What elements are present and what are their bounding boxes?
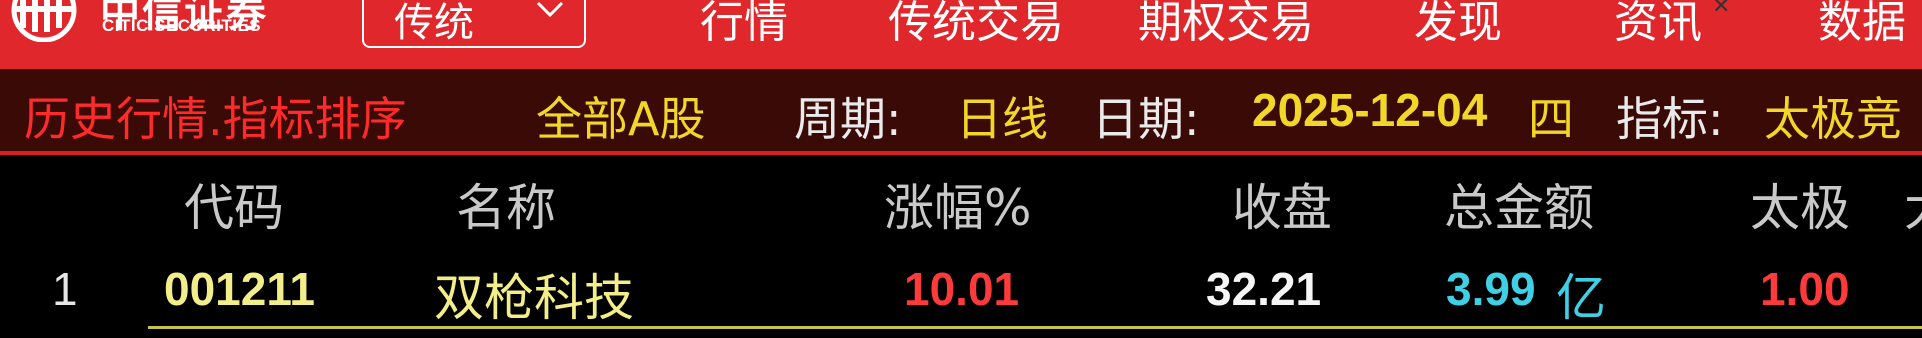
column-header-change-pct[interactable]: 涨幅% bbox=[884, 168, 1032, 240]
column-header-taiji[interactable]: 太极 bbox=[1750, 168, 1850, 240]
column-header-total-amount[interactable]: 总金额 bbox=[1444, 168, 1594, 240]
close-icon[interactable]: ✕ bbox=[1712, 0, 1730, 19]
nav-tab-options-trading[interactable]: 期权交易 bbox=[1138, 0, 1314, 50]
taiji-value: 1.00 bbox=[1760, 263, 1850, 315]
nav-tab-data[interactable]: 数据 bbox=[1818, 0, 1906, 50]
column-header-name[interactable]: 名称 bbox=[456, 168, 556, 240]
citic-emblem-icon bbox=[11, 0, 77, 42]
nav-tab-discover[interactable]: 发现 bbox=[1414, 0, 1502, 50]
ranking-header-bar: 历史行情.指标排序 全部A股 周期: 日线 日期: 2025-12-04 四 指… bbox=[0, 69, 1922, 151]
mode-dropdown-label: 传统 bbox=[394, 0, 474, 46]
market-scope[interactable]: 全部A股 bbox=[536, 83, 705, 149]
row-index: 1 bbox=[52, 263, 78, 315]
nav-tab-traditional-trading[interactable]: 传统交易 bbox=[888, 0, 1064, 50]
header-bottom-divider bbox=[0, 151, 1922, 155]
chevron-down-icon bbox=[536, 1, 564, 18]
weekday: 四 bbox=[1528, 92, 1574, 146]
column-header-partial[interactable]: 大 bbox=[1904, 168, 1922, 240]
indicator-value[interactable]: 太极竞 bbox=[1764, 83, 1902, 149]
column-header-close[interactable]: 收盘 bbox=[1232, 168, 1332, 240]
period-label: 周期: bbox=[794, 92, 902, 146]
column-header-code[interactable]: 代码 bbox=[184, 168, 284, 240]
mode-dropdown[interactable]: 传统 bbox=[362, 0, 586, 48]
total-amount: 3.99 bbox=[1446, 263, 1536, 315]
stock-name[interactable]: 双枪科技 bbox=[434, 258, 634, 330]
selected-row-underline bbox=[148, 326, 1922, 329]
period-value[interactable]: 日线 bbox=[956, 83, 1048, 149]
citic-logo[interactable]: 中信证券 CITIC SECURITIES bbox=[0, 0, 330, 48]
page-title: 历史行情.指标排序 bbox=[24, 92, 407, 146]
date-value[interactable]: 2025-12-04 bbox=[1252, 83, 1487, 137]
date-label: 日期: bbox=[1092, 92, 1200, 146]
total-amount-unit: 亿 bbox=[1556, 269, 1606, 327]
indicator-label: 指标: bbox=[1616, 92, 1724, 146]
close-price: 32.21 bbox=[1206, 263, 1322, 315]
nav-tab-news[interactable]: 资讯 bbox=[1614, 0, 1702, 50]
stock-code[interactable]: 001211 bbox=[164, 262, 315, 316]
change-percent: 10.01 bbox=[904, 263, 1020, 315]
logo-english-text: CITIC SECURITIES bbox=[102, 16, 262, 35]
nav-tab-market[interactable]: 行情 bbox=[700, 0, 788, 50]
top-navigation-bar: 中信证券 CITIC SECURITIES 传统 行情 传统交易 期权交易 发现… bbox=[0, 0, 1922, 64]
